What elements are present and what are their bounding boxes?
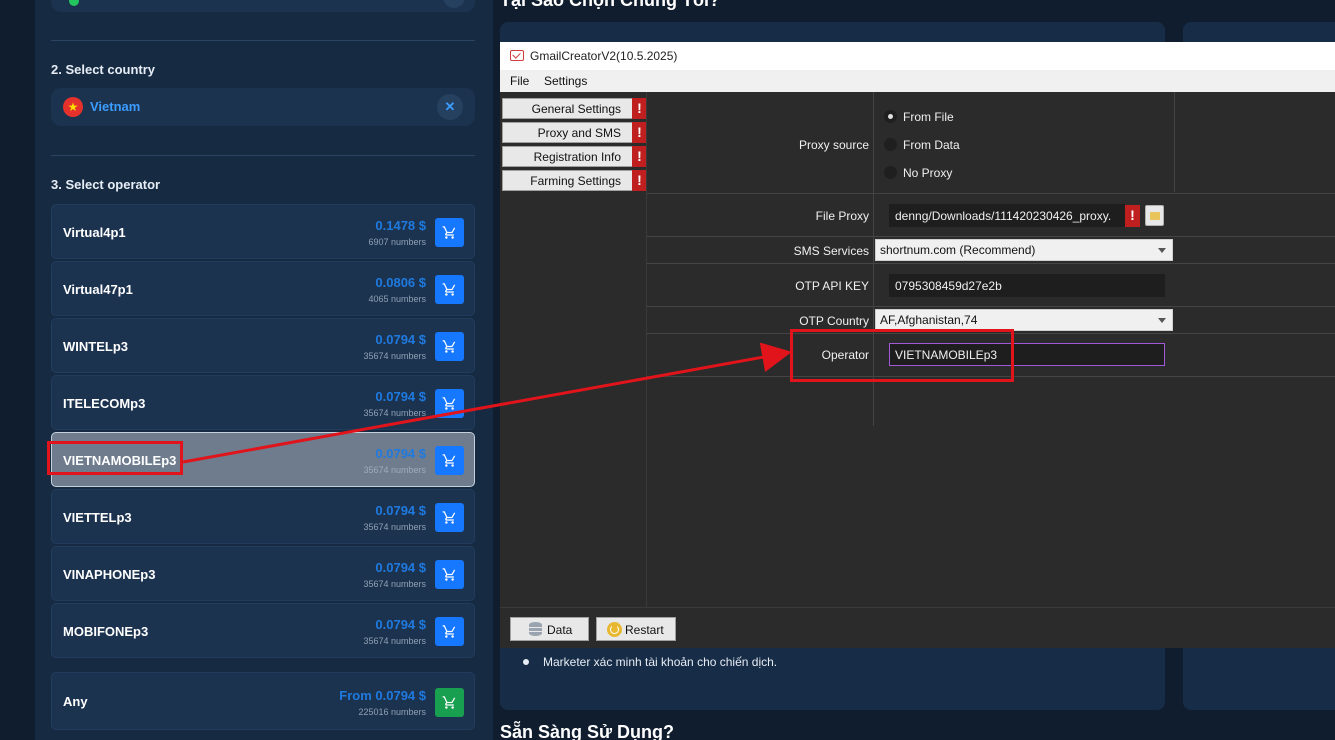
arrow-line (182, 342, 792, 464)
annotation-arrow (182, 342, 792, 464)
